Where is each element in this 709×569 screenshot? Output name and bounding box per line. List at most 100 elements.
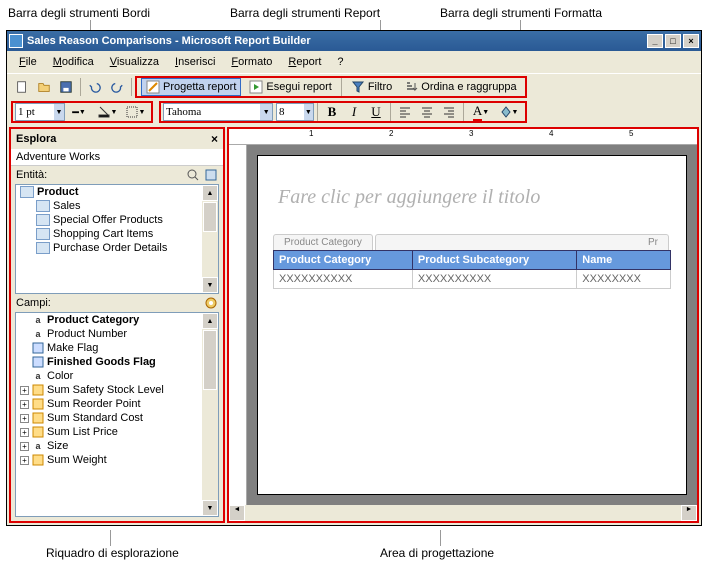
scroll-thumb[interactable] <box>203 202 217 232</box>
border-style-button[interactable]: ━ ▼ <box>66 102 92 122</box>
scroll-left-icon[interactable]: ◄ <box>229 505 245 521</box>
align-left-button[interactable] <box>395 102 415 122</box>
dropdown-icon[interactable]: ▼ <box>304 104 313 120</box>
explorer-close-icon[interactable]: × <box>211 132 218 146</box>
text-field-icon: a <box>32 370 44 382</box>
menu-file[interactable]: File <box>11 54 45 70</box>
open-button[interactable] <box>34 77 54 97</box>
entity-item[interactable]: Shopping Cart Items <box>16 227 218 241</box>
scroll-down-icon[interactable]: ▼ <box>202 500 218 516</box>
align-right-button[interactable] <box>439 102 459 122</box>
font-color-button[interactable]: A▼ <box>468 102 494 122</box>
italic-button[interactable]: I <box>344 102 364 122</box>
tab-pr[interactable]: Pr <box>375 234 669 250</box>
entity-tree[interactable]: ProductSalesSpecial Offer ProductsShoppi… <box>15 184 219 294</box>
col-product-subcategory[interactable]: Product Subcategory <box>412 251 576 270</box>
field-item[interactable]: +Sum List Price <box>16 425 218 439</box>
text-field-icon: a <box>32 328 44 340</box>
entity-item[interactable]: Product <box>16 185 218 199</box>
expand-icon[interactable]: + <box>20 428 29 437</box>
ordina-button[interactable]: Ordina e raggruppa <box>400 79 520 95</box>
sum-icon <box>32 398 44 410</box>
scroll-up-icon[interactable]: ▲ <box>202 185 218 201</box>
scrollbar-vertical[interactable]: ▲ ▼ <box>202 313 218 516</box>
menu-help[interactable]: ? <box>329 54 351 70</box>
tab-product-category[interactable]: Product Category <box>273 234 373 250</box>
title-bar: Sales Reason Comparisons - Microsoft Rep… <box>7 31 701 51</box>
report-page[interactable]: Fare clic per aggiungere il titolo Produ… <box>257 155 687 495</box>
scrollbar-vertical[interactable]: ▲ ▼ <box>202 185 218 293</box>
minimize-button[interactable]: _ <box>647 34 663 48</box>
title-placeholder[interactable]: Fare clic per aggiungere il titolo <box>273 176 671 219</box>
cell[interactable]: XXXXXXXXXX <box>412 270 576 289</box>
expand-icon[interactable]: + <box>20 386 29 395</box>
explorer-header: Esplora × <box>11 129 223 149</box>
entity-icon <box>36 200 50 212</box>
field-item[interactable]: Finished Goods Flag <box>16 355 218 369</box>
scroll-right-icon[interactable]: ► <box>681 505 697 521</box>
border-color-button[interactable]: ▼ <box>94 102 120 122</box>
menu-formato[interactable]: Formato <box>223 54 280 70</box>
scroll-thumb[interactable] <box>203 330 217 390</box>
field-item[interactable]: aColor <box>16 369 218 383</box>
scroll-up-icon[interactable]: ▲ <box>202 313 218 329</box>
fontsize-input[interactable] <box>277 106 304 118</box>
fontsize-combo[interactable]: ▼ <box>276 103 314 121</box>
save-button[interactable] <box>56 77 76 97</box>
border-size-combo[interactable]: ▼ <box>15 103 65 121</box>
field-item[interactable]: +Sum Safety Stock Level <box>16 383 218 397</box>
sum-icon <box>32 412 44 424</box>
gear-icon[interactable] <box>204 296 218 310</box>
menu-visualizza[interactable]: Visualizza <box>102 54 167 70</box>
field-item[interactable]: aProduct Category <box>16 313 218 327</box>
scroll-down-icon[interactable]: ▼ <box>202 277 218 293</box>
underline-button[interactable]: U <box>366 102 386 122</box>
expand-icon[interactable]: + <box>20 456 29 465</box>
cell[interactable]: XXXXXXXX <box>577 270 671 289</box>
dropdown-icon[interactable]: ▼ <box>260 104 272 120</box>
undo-button[interactable] <box>85 77 105 97</box>
field-item[interactable]: +aSize <box>16 439 218 453</box>
redo-button[interactable] <box>107 77 127 97</box>
menu-modifica[interactable]: Modifica <box>45 54 102 70</box>
table-row[interactable]: XXXXXXXXXX XXXXXXXXXX XXXXXXXX <box>274 270 671 289</box>
entity-item[interactable]: Sales <box>16 199 218 213</box>
field-item[interactable]: Make Flag <box>16 341 218 355</box>
border-sides-button[interactable]: ▼ <box>122 102 148 122</box>
maximize-button[interactable]: □ <box>665 34 681 48</box>
menu-report[interactable]: Report <box>280 54 329 70</box>
col-product-category[interactable]: Product Category <box>274 251 413 270</box>
dropdown-icon[interactable]: ▼ <box>54 104 64 120</box>
design-canvas[interactable]: Fare clic per aggiungere il titolo Produ… <box>247 145 697 505</box>
align-center-button[interactable] <box>417 102 437 122</box>
expand-icon[interactable]: + <box>20 442 29 451</box>
field-item[interactable]: aProduct Number <box>16 327 218 341</box>
font-input[interactable] <box>164 106 260 118</box>
border-size-input[interactable] <box>16 106 54 118</box>
field-item[interactable]: +Sum Reorder Point <box>16 397 218 411</box>
progetta-report-button[interactable]: Progetta report <box>141 78 241 96</box>
menu-inserisci[interactable]: Inserisci <box>167 54 223 70</box>
text-field-icon: a <box>32 440 44 452</box>
bold-button[interactable]: B <box>322 102 342 122</box>
fill-color-button[interactable]: ▼ <box>496 102 522 122</box>
window-title: Sales Reason Comparisons - Microsoft Rep… <box>27 35 311 47</box>
expand-icon[interactable]: + <box>20 400 29 409</box>
close-button[interactable]: × <box>683 34 699 48</box>
scrollbar-horizontal[interactable]: ◄ ► <box>229 505 697 521</box>
entity-item[interactable]: Special Offer Products <box>16 213 218 227</box>
new-report-icon[interactable] <box>204 168 218 182</box>
filtro-button[interactable]: Filtro <box>347 79 396 95</box>
new-button[interactable] <box>12 77 32 97</box>
field-item[interactable]: +Sum Weight <box>16 453 218 467</box>
font-combo[interactable]: ▼ <box>163 103 273 121</box>
col-name[interactable]: Name <box>577 251 671 270</box>
esegui-report-button[interactable]: Esegui report <box>245 79 335 95</box>
cell[interactable]: XXXXXXXXXX <box>274 270 413 289</box>
data-table[interactable]: Product Category Product Subcategory Nam… <box>273 250 671 289</box>
field-item[interactable]: +Sum Standard Cost <box>16 411 218 425</box>
entity-item[interactable]: Purchase Order Details <box>16 241 218 255</box>
search-icon[interactable] <box>186 168 200 182</box>
field-list[interactable]: aProduct CategoryaProduct NumberMake Fla… <box>15 312 219 517</box>
expand-icon[interactable]: + <box>20 414 29 423</box>
